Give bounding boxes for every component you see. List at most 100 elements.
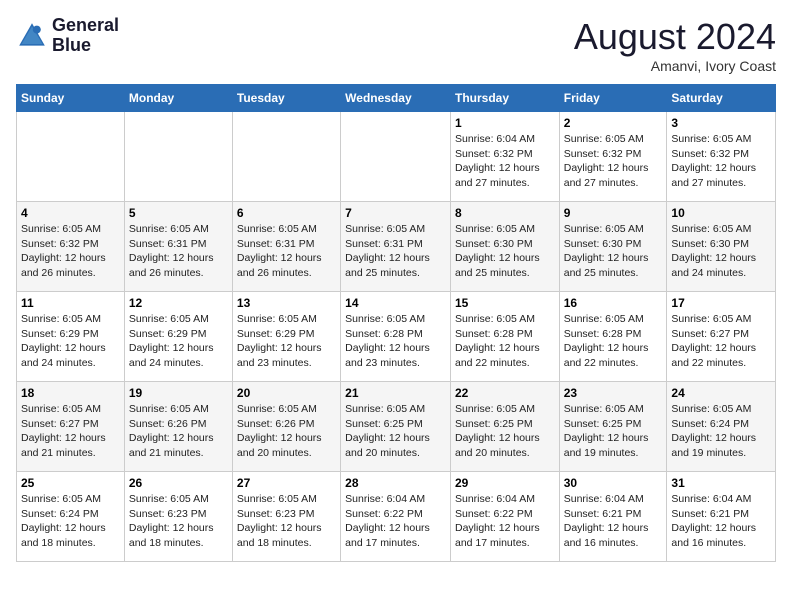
day-info: Sunrise: 6:04 AM Sunset: 6:21 PM Dayligh… (564, 492, 663, 551)
week-row-2: 4 Sunrise: 6:05 AM Sunset: 6:32 PM Daylig… (17, 202, 776, 292)
calendar-cell: 27Sunrise: 6:05 AM Sunset: 6:23 PM Dayli… (232, 472, 340, 562)
day-info: Sunrise: 6:05 AM Sunset: 6:32 PM Dayligh… (564, 132, 663, 191)
day-number: 26 (129, 476, 228, 490)
day-info: Sunrise: 6:05 AM Sunset: 6:29 PM Dayligh… (21, 312, 120, 371)
calendar-cell: 25 Sunrise: 6:05 AM Sunset: 6:24 PM Dayli… (17, 472, 125, 562)
day-number: 2 (564, 116, 663, 130)
day-number: 11 (21, 296, 120, 310)
calendar-cell: 17 Sunrise: 6:05 AM Sunset: 6:27 PM Dayli… (667, 292, 776, 382)
day-info: Sunrise: 6:05 AM Sunset: 6:30 PM Dayligh… (455, 222, 555, 281)
day-info: Sunrise: 6:05 AM Sunset: 6:26 PM Dayligh… (129, 402, 228, 461)
week-row-5: 25 Sunrise: 6:05 AM Sunset: 6:24 PM Dayli… (17, 472, 776, 562)
logo-icon (16, 20, 48, 52)
page-header: General Blue August 2024 Amanvi, Ivory C… (16, 16, 776, 74)
header-cell-thursday: Thursday (450, 85, 559, 112)
day-info: Sunrise: 6:05 AM Sunset: 6:32 PM Dayligh… (671, 132, 771, 191)
day-info: Sunrise: 6:05 AM Sunset: 6:26 PM Dayligh… (237, 402, 336, 461)
header-row: SundayMondayTuesdayWednesdayThursdayFrid… (17, 85, 776, 112)
header-cell-monday: Monday (124, 85, 232, 112)
calendar-cell: 4 Sunrise: 6:05 AM Sunset: 6:32 PM Daylig… (17, 202, 125, 292)
day-info: Sunrise: 6:05 AM Sunset: 6:30 PM Dayligh… (564, 222, 663, 281)
day-number: 12 (129, 296, 228, 310)
calendar-subtitle: Amanvi, Ivory Coast (574, 58, 776, 74)
week-row-4: 18 Sunrise: 6:05 AM Sunset: 6:27 PM Dayli… (17, 382, 776, 472)
day-info: Sunrise: 6:05 AM Sunset: 6:24 PM Dayligh… (671, 402, 771, 461)
day-info: Sunrise: 6:05 AM Sunset: 6:27 PM Dayligh… (671, 312, 771, 371)
day-number: 31 (671, 476, 771, 490)
calendar-cell: 18 Sunrise: 6:05 AM Sunset: 6:27 PM Dayli… (17, 382, 125, 472)
day-number: 30 (564, 476, 663, 490)
day-number: 9 (564, 206, 663, 220)
header-cell-sunday: Sunday (17, 85, 125, 112)
calendar-cell (17, 112, 125, 202)
day-number: 25 (21, 476, 120, 490)
day-number: 29 (455, 476, 555, 490)
day-number: 14 (345, 296, 446, 310)
day-info: Sunrise: 6:05 AM Sunset: 6:32 PM Dayligh… (21, 222, 120, 281)
day-info: Sunrise: 6:05 AM Sunset: 6:29 PM Dayligh… (237, 312, 336, 371)
calendar-cell: 13Sunrise: 6:05 AM Sunset: 6:29 PM Dayli… (232, 292, 340, 382)
header-cell-tuesday: Tuesday (232, 85, 340, 112)
calendar-cell: 28 Sunrise: 6:04 AM Sunset: 6:22 PM Dayli… (341, 472, 451, 562)
calendar-cell: 15 Sunrise: 6:05 AM Sunset: 6:28 PM Dayli… (450, 292, 559, 382)
title-block: August 2024 Amanvi, Ivory Coast (574, 16, 776, 74)
calendar-cell (124, 112, 232, 202)
calendar-title: August 2024 (574, 16, 776, 58)
day-number: 20 (237, 386, 336, 400)
day-info: Sunrise: 6:05 AM Sunset: 6:28 PM Dayligh… (564, 312, 663, 371)
calendar-cell: 26 Sunrise: 6:05 AM Sunset: 6:23 PM Dayli… (124, 472, 232, 562)
logo: General Blue (16, 16, 119, 56)
day-number: 10 (671, 206, 771, 220)
week-row-3: 11 Sunrise: 6:05 AM Sunset: 6:29 PM Dayli… (17, 292, 776, 382)
calendar-cell: 12 Sunrise: 6:05 AM Sunset: 6:29 PM Dayli… (124, 292, 232, 382)
calendar-cell: 22 Sunrise: 6:05 AM Sunset: 6:25 PM Dayli… (450, 382, 559, 472)
day-info: Sunrise: 6:05 AM Sunset: 6:30 PM Dayligh… (671, 222, 771, 281)
calendar-cell: 1 Sunrise: 6:04 AM Sunset: 6:32 PM Daylig… (450, 112, 559, 202)
calendar-body: 1 Sunrise: 6:04 AM Sunset: 6:32 PM Daylig… (17, 112, 776, 562)
day-number: 4 (21, 206, 120, 220)
calendar-cell (232, 112, 340, 202)
day-number: 15 (455, 296, 555, 310)
calendar-cell: 24 Sunrise: 6:05 AM Sunset: 6:24 PM Dayli… (667, 382, 776, 472)
day-info: Sunrise: 6:04 AM Sunset: 6:22 PM Dayligh… (345, 492, 446, 551)
calendar-cell: 16 Sunrise: 6:05 AM Sunset: 6:28 PM Dayli… (559, 292, 667, 382)
day-info: Sunrise: 6:04 AM Sunset: 6:32 PM Dayligh… (455, 132, 555, 191)
day-number: 16 (564, 296, 663, 310)
calendar-cell: 29Sunrise: 6:04 AM Sunset: 6:22 PM Dayli… (450, 472, 559, 562)
day-info: Sunrise: 6:05 AM Sunset: 6:29 PM Dayligh… (129, 312, 228, 371)
logo-text: General Blue (52, 16, 119, 56)
day-number: 28 (345, 476, 446, 490)
day-info: Sunrise: 6:05 AM Sunset: 6:27 PM Dayligh… (21, 402, 120, 461)
calendar-cell: 2 Sunrise: 6:05 AM Sunset: 6:32 PM Daylig… (559, 112, 667, 202)
day-number: 17 (671, 296, 771, 310)
day-number: 3 (671, 116, 771, 130)
day-info: Sunrise: 6:05 AM Sunset: 6:31 PM Dayligh… (129, 222, 228, 281)
calendar-cell: 6Sunrise: 6:05 AM Sunset: 6:31 PM Daylig… (232, 202, 340, 292)
day-number: 19 (129, 386, 228, 400)
day-info: Sunrise: 6:05 AM Sunset: 6:28 PM Dayligh… (455, 312, 555, 371)
calendar-cell: 31 Sunrise: 6:04 AM Sunset: 6:21 PM Dayli… (667, 472, 776, 562)
calendar-cell: 20 Sunrise: 6:05 AM Sunset: 6:26 PM Dayli… (232, 382, 340, 472)
day-info: Sunrise: 6:05 AM Sunset: 6:24 PM Dayligh… (21, 492, 120, 551)
calendar-cell: 8Sunrise: 6:05 AM Sunset: 6:30 PM Daylig… (450, 202, 559, 292)
day-number: 22 (455, 386, 555, 400)
calendar-cell: 10 Sunrise: 6:05 AM Sunset: 6:30 PM Dayli… (667, 202, 776, 292)
calendar-cell: 30 Sunrise: 6:04 AM Sunset: 6:21 PM Dayli… (559, 472, 667, 562)
day-info: Sunrise: 6:05 AM Sunset: 6:25 PM Dayligh… (455, 402, 555, 461)
day-number: 1 (455, 116, 555, 130)
day-number: 24 (671, 386, 771, 400)
header-cell-friday: Friday (559, 85, 667, 112)
calendar-cell: 19 Sunrise: 6:05 AM Sunset: 6:26 PM Dayli… (124, 382, 232, 472)
day-info: Sunrise: 6:05 AM Sunset: 6:25 PM Dayligh… (564, 402, 663, 461)
day-info: Sunrise: 6:05 AM Sunset: 6:23 PM Dayligh… (129, 492, 228, 551)
day-info: Sunrise: 6:05 AM Sunset: 6:23 PM Dayligh… (237, 492, 336, 551)
header-cell-saturday: Saturday (667, 85, 776, 112)
day-info: Sunrise: 6:05 AM Sunset: 6:25 PM Dayligh… (345, 402, 446, 461)
day-number: 18 (21, 386, 120, 400)
calendar-cell: 5Sunrise: 6:05 AM Sunset: 6:31 PM Daylig… (124, 202, 232, 292)
day-number: 6 (237, 206, 336, 220)
calendar-cell: 21Sunrise: 6:05 AM Sunset: 6:25 PM Dayli… (341, 382, 451, 472)
week-row-1: 1 Sunrise: 6:04 AM Sunset: 6:32 PM Daylig… (17, 112, 776, 202)
day-info: Sunrise: 6:05 AM Sunset: 6:31 PM Dayligh… (345, 222, 446, 281)
day-info: Sunrise: 6:04 AM Sunset: 6:21 PM Dayligh… (671, 492, 771, 551)
